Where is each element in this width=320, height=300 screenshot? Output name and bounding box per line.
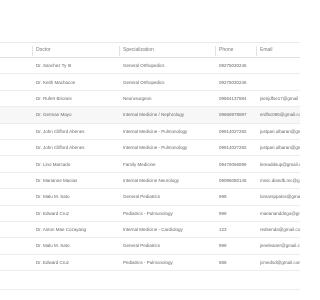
phone-cell: 09564137884 bbox=[219, 95, 247, 101]
phone-cell: 09476066899 bbox=[219, 161, 247, 167]
specialization-cell: Internal Medicine - Pulmonology bbox=[123, 128, 188, 134]
table-footer-divider bbox=[0, 289, 300, 290]
specialization-cell: Internal Medicine - Pulmonology bbox=[123, 145, 188, 151]
row-left-cell bbox=[0, 206, 30, 221]
email-cell: justpari.ulbaran@gm bbox=[260, 128, 300, 134]
phone-cell: 09275030245 bbox=[219, 63, 247, 69]
doctor-cell: Dr. John Clifford Abenes bbox=[36, 128, 85, 134]
specialization-cell: General Pediatrics bbox=[123, 243, 161, 249]
doctor-cell: Dr. German Mayo bbox=[36, 112, 72, 118]
email-cell: mssc.diandb.mc@g bbox=[260, 177, 300, 183]
email-cell: lereaddsup@gmail.c bbox=[260, 161, 300, 167]
doctor-cell: Dr. Sanchez Ty III bbox=[36, 63, 72, 69]
specialization-cell: General Orthopedics bbox=[123, 79, 165, 85]
doctor-cell: Dr. Edward Cruz bbox=[36, 259, 70, 265]
doctor-cell: Dr. Lino Marcado bbox=[36, 161, 71, 167]
doctor-cell: Dr. Marianne Macias bbox=[36, 177, 78, 183]
email-cell: lomarsppalos@gmai bbox=[260, 194, 300, 200]
phone-cell: 999 bbox=[219, 243, 227, 249]
row-left-cell bbox=[0, 189, 30, 204]
table-row[interactable]: Dr. John Clifford Abenes Internal Medicin… bbox=[0, 124, 300, 140]
table-row[interactable]: Dr. Marianne Macias Internal Medicine Neu… bbox=[0, 173, 300, 190]
table-row[interactable]: Dr. Rufert Briones Neurosurgeon 0956413788… bbox=[0, 91, 300, 108]
doctor-cell: Dr. Rufert Briones bbox=[36, 95, 72, 101]
specialization-cell: Pediatrics - Pulmonology bbox=[123, 259, 173, 265]
doctor-cell: Dr. Edward Cruz bbox=[36, 210, 70, 216]
email-cell: justpari.ulbaran@gm bbox=[260, 145, 300, 151]
specialization-cell: Internal Medicine Neurology bbox=[123, 177, 180, 183]
phone-cell: 123 bbox=[219, 227, 227, 233]
row-left-cell bbox=[0, 91, 30, 106]
row-left-cell bbox=[0, 140, 30, 155]
row-left-cell bbox=[0, 58, 30, 73]
doctor-cell: Dr. Malu M. Sato bbox=[36, 243, 70, 249]
specialization-cell: Neurosurgeon bbox=[123, 95, 152, 101]
row-left-cell bbox=[0, 222, 30, 237]
row-left-cell bbox=[0, 107, 30, 122]
email-cell: maeananddrigo@gm bbox=[260, 210, 300, 216]
phone-cell: 888 bbox=[219, 259, 227, 265]
specialization-cell: Family Medicine bbox=[123, 161, 156, 167]
column-separator bbox=[119, 46, 120, 56]
specialization-cell: Internal Medicine / Nephrology bbox=[123, 112, 185, 118]
table-body: Dr. Sanchez Ty III General Orthopedics 092… bbox=[0, 58, 300, 272]
column-header-specialization[interactable]: Specialization bbox=[123, 43, 215, 57]
table-row[interactable]: Dr. Sanchez Ty III General Orthopedics 092… bbox=[0, 58, 300, 75]
table-row[interactable]: Dr. Keith Machacon General Orthopedics 092… bbox=[0, 74, 300, 91]
column-header-phone[interactable]: Phone bbox=[219, 43, 257, 57]
table-row[interactable]: Dr. Edward Cruz Pediatrics - Pulmonology 8… bbox=[0, 255, 300, 272]
row-left-cell bbox=[0, 255, 30, 270]
email-cell bbox=[260, 58, 300, 73]
table-row[interactable]: Dr. John Clifford Abenes Internal Medicin… bbox=[0, 140, 300, 157]
phone-cell: 999 bbox=[219, 194, 227, 200]
email-cell: jcmedsd@gmail.com bbox=[260, 259, 300, 265]
column-header-email[interactable]: Email bbox=[260, 43, 300, 57]
table-row[interactable]: Dr. Malu M. Sato General Pediatrics 999 jen… bbox=[0, 238, 300, 255]
column-header-doctor[interactable]: Doctor bbox=[36, 43, 120, 57]
specialization-cell: Pediatrics - Pulmonology bbox=[123, 210, 173, 216]
doctor-cell: Dr. Anton Mae Cozayang bbox=[36, 227, 87, 233]
row-left-cell bbox=[0, 173, 30, 188]
phone-cell: 09914027282 bbox=[219, 145, 247, 151]
email-cell: redsenda@gmail.co bbox=[260, 227, 300, 233]
header-left-cell bbox=[0, 43, 30, 57]
doctors-table: Doctor Specialization Phone Email Dr. Sa… bbox=[0, 42, 300, 272]
table-row[interactable]: Dr. Anton Mae Cozayang Internal Medicine … bbox=[0, 222, 300, 239]
phone-cell: 09275030245 bbox=[219, 79, 247, 85]
phone-cell: 09914027282 bbox=[219, 128, 247, 134]
specialization-cell: Internal Medicine - Cardiology bbox=[123, 227, 183, 233]
row-left-cell bbox=[0, 124, 30, 139]
column-separator bbox=[215, 46, 216, 56]
specialization-cell: General Pediatrics bbox=[123, 194, 161, 200]
phone-cell: 999 bbox=[219, 210, 227, 216]
doctor-cell: Dr. Malu M. Sato bbox=[36, 194, 70, 200]
email-cell bbox=[260, 74, 300, 89]
email-cell: erdfsc095@gmail.co bbox=[260, 112, 300, 118]
table-row[interactable]: Dr. Edward Cruz Pediatrics - Pulmonology 9… bbox=[0, 206, 300, 222]
email-cell: jeneleaner@gmail.c bbox=[260, 243, 300, 249]
specialization-cell: General Orthopedics bbox=[123, 63, 165, 69]
table-row[interactable]: 2 Dr. Lino Marcado Family Medicine 09476066… bbox=[0, 156, 300, 173]
doctor-cell: Dr. John Clifford Abenes bbox=[36, 145, 85, 151]
doctors-table-view: Doctor Specialization Phone Email Dr. Sa… bbox=[0, 0, 300, 300]
doctor-cell: Dr. Keith Machacon bbox=[36, 79, 76, 85]
row-left-cell bbox=[0, 74, 30, 89]
table-header: Doctor Specialization Phone Email bbox=[0, 43, 300, 58]
row-left-cell: 2 bbox=[0, 156, 30, 171]
table-row[interactable]: Dr. Malu M. Sato General Pediatrics 999 lom… bbox=[0, 189, 300, 206]
table-row[interactable]: Dr. German Mayo Internal Medicine / Nephr… bbox=[0, 107, 300, 124]
phone-cell: 09096080145 bbox=[219, 177, 247, 183]
email-cell: jsenjdfse17@gmail bbox=[260, 95, 299, 101]
column-separator bbox=[32, 46, 33, 56]
column-separator bbox=[256, 46, 257, 56]
phone-cell: 09669978997 bbox=[219, 112, 247, 118]
row-left-cell bbox=[0, 238, 30, 253]
